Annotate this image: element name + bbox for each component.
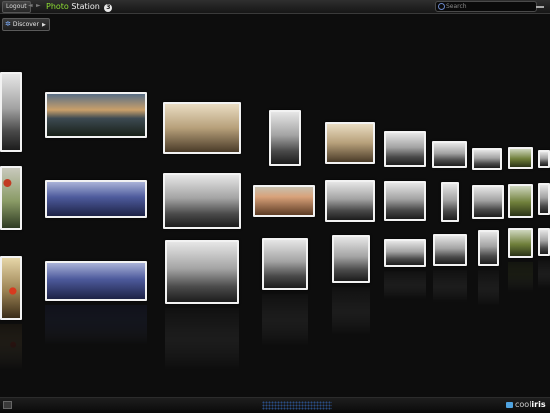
photo-reflection bbox=[262, 294, 308, 346]
photo-thumbnail[interactable] bbox=[45, 92, 147, 138]
photo-thumbnail[interactable] bbox=[538, 228, 550, 256]
photo-thumbnail[interactable] bbox=[472, 185, 504, 219]
photo-thumbnail[interactable] bbox=[478, 230, 499, 266]
photo-thumbnail[interactable] bbox=[253, 185, 315, 217]
photo-wall[interactable] bbox=[0, 30, 550, 390]
photo-thumbnail[interactable] bbox=[269, 110, 301, 166]
photo-reflection bbox=[538, 260, 550, 288]
photo-thumbnail[interactable] bbox=[45, 261, 147, 301]
photo-thumbnail[interactable] bbox=[325, 122, 375, 164]
photo-thumbnail[interactable] bbox=[384, 181, 426, 221]
search-icon bbox=[438, 3, 445, 10]
photo-reflection bbox=[0, 324, 22, 370]
version-badge: 3 bbox=[104, 4, 113, 12]
photo-thumbnail[interactable] bbox=[325, 180, 375, 222]
back-arrow-icon[interactable]: ◄ bbox=[28, 1, 33, 11]
photo-reflection bbox=[165, 308, 239, 370]
photo-thumbnail[interactable] bbox=[45, 180, 147, 218]
minimize-icon[interactable] bbox=[536, 3, 544, 8]
photo-thumbnail[interactable] bbox=[163, 173, 241, 229]
photo-thumbnail[interactable] bbox=[384, 239, 426, 267]
photo-reflection bbox=[433, 270, 467, 302]
cooliris-logo: cooliris bbox=[506, 399, 546, 411]
photo-thumbnail[interactable] bbox=[472, 148, 502, 170]
brand-part2: iris bbox=[531, 400, 546, 409]
photo-reflection bbox=[332, 287, 370, 335]
top-toolbar: Logout ◄ ► Photo Station 3 Search bbox=[0, 0, 550, 14]
photo-reflection bbox=[508, 262, 533, 292]
app-title-part2: Station bbox=[71, 2, 100, 11]
discover-icon: ✲ bbox=[5, 20, 11, 28]
search-input[interactable]: Search bbox=[435, 1, 537, 12]
photo-thumbnail[interactable] bbox=[0, 166, 22, 230]
photo-thumbnail[interactable] bbox=[332, 235, 370, 283]
photo-reflection bbox=[384, 271, 426, 299]
photo-thumbnail[interactable] bbox=[0, 72, 22, 152]
photo-thumbnail[interactable] bbox=[165, 240, 239, 304]
photo-thumbnail[interactable] bbox=[433, 234, 467, 266]
app-title-part1: Photo bbox=[46, 2, 69, 11]
logout-button[interactable]: Logout bbox=[2, 1, 31, 13]
photo-thumbnail[interactable] bbox=[384, 131, 426, 167]
photo-thumbnail[interactable] bbox=[538, 150, 550, 168]
photo-thumbnail[interactable] bbox=[432, 141, 467, 168]
photo-thumbnail[interactable] bbox=[508, 228, 533, 258]
discover-label: Discover bbox=[12, 21, 39, 28]
photo-thumbnail[interactable] bbox=[508, 184, 533, 218]
forward-arrow-icon[interactable]: ► bbox=[36, 1, 41, 11]
app-title: Photo Station 3 bbox=[46, 1, 113, 12]
search-placeholder: Search bbox=[446, 3, 467, 10]
bottom-bar: cooliris bbox=[0, 397, 550, 413]
photo-reflection bbox=[45, 305, 147, 345]
fullscreen-button[interactable] bbox=[3, 401, 12, 409]
photo-thumbnail[interactable] bbox=[441, 182, 459, 222]
photo-thumbnail[interactable] bbox=[0, 256, 22, 320]
photo-thumbnail[interactable] bbox=[508, 147, 533, 169]
scroll-dots[interactable] bbox=[262, 401, 332, 410]
brand-part1: cool bbox=[515, 400, 532, 409]
photo-reflection bbox=[478, 270, 499, 306]
cooliris-icon bbox=[506, 402, 513, 408]
photo-thumbnail[interactable] bbox=[262, 238, 308, 290]
photo-thumbnail[interactable] bbox=[538, 183, 550, 215]
photo-thumbnail[interactable] bbox=[163, 102, 241, 154]
